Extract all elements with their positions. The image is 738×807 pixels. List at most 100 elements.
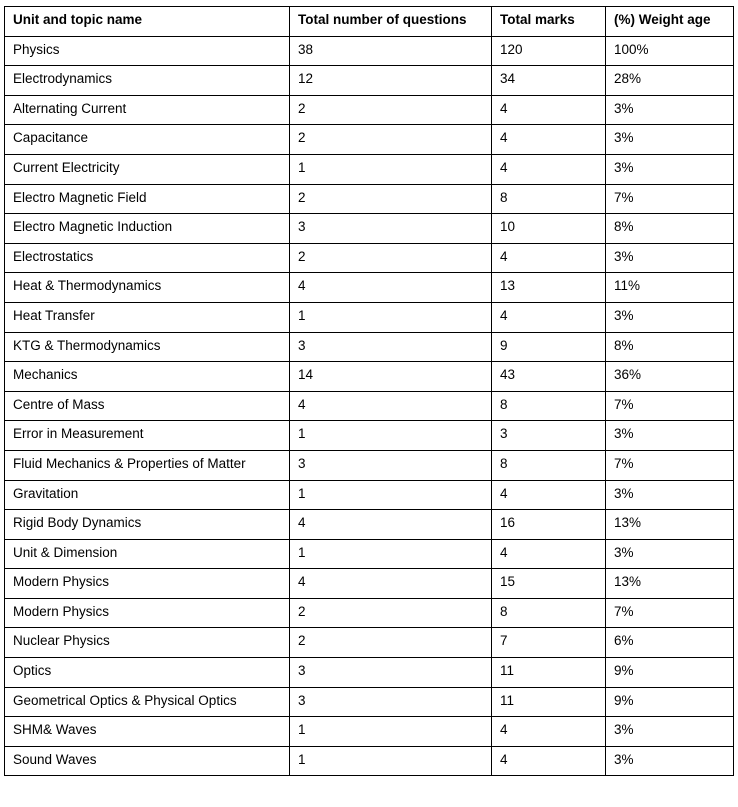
topic-cell: Electro Magnetic Field (4, 183, 290, 215)
weightage-cell: 28% (605, 65, 734, 96)
weightage-cell: 3% (605, 479, 734, 511)
marks-cell: 15 (491, 568, 606, 599)
topic-cell: Gravitation (4, 479, 290, 511)
weightage-table: Unit and topic name Total number of ques… (4, 6, 734, 777)
table-row: KTG & Thermodynamics 3 9 8% (4, 331, 734, 363)
weightage-cell: 3% (605, 242, 734, 274)
marks-cell: 16 (491, 509, 606, 540)
weightage-cell: 11% (605, 272, 734, 303)
questions-cell: 3 (289, 686, 492, 718)
topic-cell: Optics (4, 657, 290, 688)
questions-cell: 1 (289, 420, 492, 451)
table-row: Optics 3 11 9% (4, 657, 734, 688)
questions-cell: 3 (289, 331, 492, 363)
marks-cell: 43 (491, 361, 606, 392)
topic-cell: Nuclear Physics (4, 627, 290, 659)
marks-cell: 13 (491, 272, 606, 303)
weightage-cell: 8% (605, 331, 734, 363)
topic-cell: Rigid Body Dynamics (4, 509, 290, 540)
questions-cell: 1 (289, 153, 492, 185)
topic-cell: Alternating Current (4, 94, 290, 126)
table-row: Modern Physics 4 15 13% (4, 568, 734, 599)
weightage-cell: 9% (605, 657, 734, 688)
questions-cell: 14 (289, 361, 492, 392)
marks-cell: 4 (491, 242, 606, 274)
marks-cell: 4 (491, 745, 606, 777)
table-row: Modern Physics 2 8 7% (4, 597, 734, 629)
weightage-cell: 3% (605, 124, 734, 155)
topic-cell: Unit & Dimension (4, 538, 290, 570)
questions-cell: 4 (289, 390, 492, 422)
weightage-cell: 13% (605, 568, 734, 599)
questions-cell: 2 (289, 627, 492, 659)
header-weightage: (%) Weight age (605, 6, 734, 37)
weightage-cell: 3% (605, 94, 734, 126)
questions-cell: 4 (289, 509, 492, 540)
topic-cell: Electrostatics (4, 242, 290, 274)
weightage-cell: 7% (605, 449, 734, 481)
marks-cell: 11 (491, 686, 606, 718)
weightage-cell: 3% (605, 153, 734, 185)
weightage-cell: 3% (605, 301, 734, 333)
topic-cell: Centre of Mass (4, 390, 290, 422)
table-row: Heat Transfer 1 4 3% (4, 301, 734, 333)
weightage-cell: 36% (605, 361, 734, 392)
topic-cell: Current Electricity (4, 153, 290, 185)
table-row: Heat & Thermodynamics 4 13 11% (4, 272, 734, 303)
header-questions: Total number of questions (289, 6, 492, 37)
questions-cell: 3 (289, 657, 492, 688)
topic-cell: Mechanics (4, 361, 290, 392)
questions-cell: 3 (289, 213, 492, 244)
marks-cell: 8 (491, 449, 606, 481)
weightage-cell: 100% (605, 35, 734, 67)
questions-cell: 4 (289, 568, 492, 599)
questions-cell: 2 (289, 242, 492, 274)
marks-cell: 4 (491, 716, 606, 747)
questions-cell: 12 (289, 65, 492, 96)
topic-cell: Heat & Thermodynamics (4, 272, 290, 303)
marks-cell: 4 (491, 538, 606, 570)
marks-cell: 7 (491, 627, 606, 659)
questions-cell: 2 (289, 94, 492, 126)
marks-cell: 9 (491, 331, 606, 363)
marks-cell: 4 (491, 479, 606, 511)
questions-cell: 38 (289, 35, 492, 67)
marks-cell: 4 (491, 153, 606, 185)
weightage-cell: 3% (605, 420, 734, 451)
table-row: Electro Magnetic Field 2 8 7% (4, 183, 734, 215)
weightage-cell: 9% (605, 686, 734, 718)
table-row: Sound Waves 1 4 3% (4, 745, 734, 777)
weightage-cell: 13% (605, 509, 734, 540)
table-row: Mechanics 14 43 36% (4, 361, 734, 392)
topic-cell: Electrodynamics (4, 65, 290, 96)
table-row: Fluid Mechanics & Properties of Matter 3 8… (4, 449, 734, 481)
marks-cell: 4 (491, 94, 606, 126)
marks-cell: 120 (491, 35, 606, 67)
topic-cell: Modern Physics (4, 568, 290, 599)
table-row: Rigid Body Dynamics 4 16 13% (4, 509, 734, 540)
topic-cell: Physics (4, 35, 290, 67)
table-row: Geometrical Optics & Physical Optics 3 11 9… (4, 686, 734, 718)
topic-cell: KTG & Thermodynamics (4, 331, 290, 363)
questions-cell: 2 (289, 124, 492, 155)
questions-cell: 3 (289, 449, 492, 481)
table-row: Gravitation 1 4 3% (4, 479, 734, 511)
header-topic: Unit and topic name (4, 6, 290, 37)
questions-cell: 1 (289, 479, 492, 511)
table-row: Nuclear Physics 2 7 6% (4, 627, 734, 659)
marks-cell: 10 (491, 213, 606, 244)
table-row: Alternating Current 2 4 3% (4, 94, 734, 126)
marks-cell: 3 (491, 420, 606, 451)
topic-cell: Geometrical Optics & Physical Optics (4, 686, 290, 718)
weightage-cell: 3% (605, 716, 734, 747)
weightage-cell: 3% (605, 538, 734, 570)
weightage-cell: 3% (605, 745, 734, 777)
marks-cell: 8 (491, 183, 606, 215)
table-row: Unit & Dimension 1 4 3% (4, 538, 734, 570)
marks-cell: 11 (491, 657, 606, 688)
header-row: Unit and topic name Total number of ques… (4, 6, 734, 37)
topic-cell: Modern Physics (4, 597, 290, 629)
table-row: Current Electricity 1 4 3% (4, 153, 734, 185)
weightage-cell: 6% (605, 627, 734, 659)
weightage-cell: 7% (605, 597, 734, 629)
